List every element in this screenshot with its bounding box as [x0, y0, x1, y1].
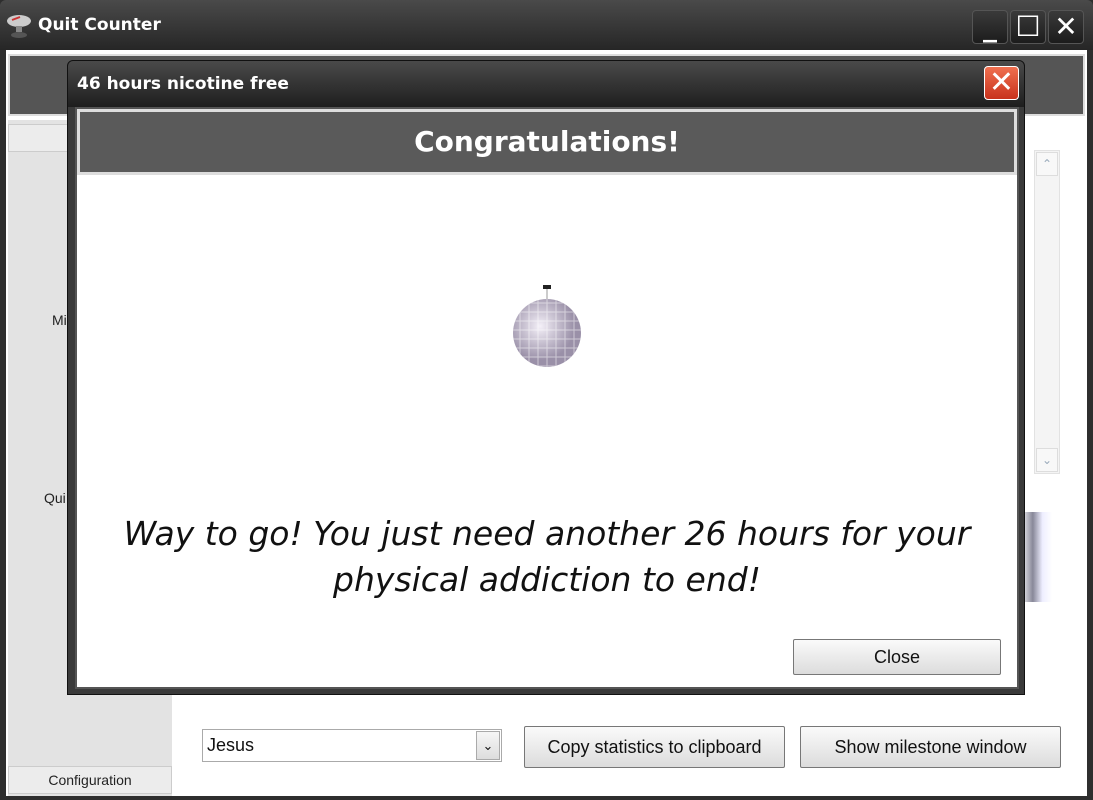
scroll-down-icon[interactable]: ⌄ [1036, 448, 1058, 472]
minimize-button[interactable]: _ [972, 10, 1008, 44]
scrollbar[interactable]: ⌃ ⌄ [1034, 150, 1060, 474]
maximize-button[interactable]: ☐ [1010, 10, 1046, 44]
disco-ball-icon [513, 285, 581, 367]
app-logo-icon [7, 15, 31, 38]
dialog-body: Congratulations! Way to go! You just nee… [75, 107, 1019, 689]
select-value: Jesus [207, 735, 255, 755]
scroll-up-icon[interactable]: ⌃ [1036, 152, 1058, 176]
window-close-button[interactable]: ✕ [1048, 10, 1084, 44]
show-milestone-button[interactable]: Show milestone window [800, 726, 1061, 768]
milestone-message: Way to go! You just need another 26 hour… [123, 514, 971, 599]
sidebar-label-milestones: Mi [52, 312, 67, 328]
copy-statistics-button[interactable]: Copy statistics to clipboard [524, 726, 785, 768]
congratulations-header: Congratulations! [77, 109, 1017, 175]
dialog-close-icon[interactable]: ✕ [984, 66, 1019, 100]
chevron-down-icon[interactable]: ⌄ [476, 731, 500, 760]
tab-configuration[interactable]: Configuration [8, 766, 172, 794]
sidebar-label-quit: Qui [44, 490, 66, 506]
dialog-title: 46 hours nicotine free [77, 74, 289, 94]
close-button[interactable]: Close [793, 639, 1001, 675]
milestone-dialog: 46 hours nicotine free ✕ Congratulations… [67, 60, 1025, 695]
title-bar [0, 0, 1093, 50]
app-title: Quit Counter [38, 15, 161, 35]
profile-select[interactable]: Jesus ⌄ [202, 729, 502, 762]
